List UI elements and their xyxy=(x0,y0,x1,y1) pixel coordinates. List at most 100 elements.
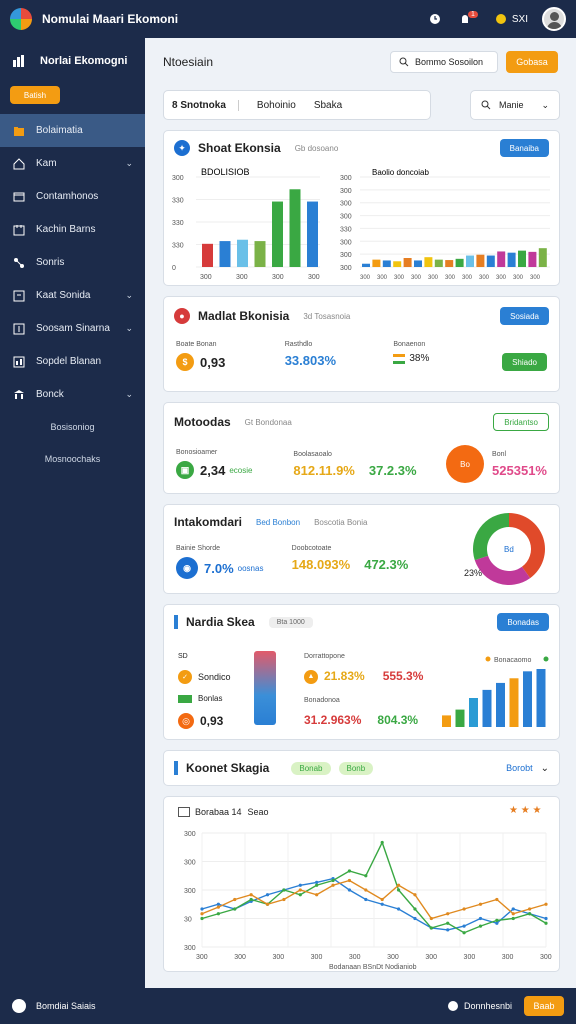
card-action-button[interactable]: Bonadas xyxy=(497,613,549,631)
report-icon xyxy=(12,355,26,369)
chevron-down-icon[interactable]: ⌄ xyxy=(541,763,549,774)
x-tick-label: 300 xyxy=(479,275,490,281)
chevron-down-icon[interactable]: ⌄ xyxy=(125,290,133,301)
sidebar-item-label: Bonck xyxy=(36,389,64,400)
bar xyxy=(362,263,370,267)
data-point xyxy=(429,916,433,921)
data-point xyxy=(528,912,532,916)
sidebar-item-7[interactable]: Sopdel Blanan xyxy=(0,345,145,378)
x-tick-label: 300 xyxy=(360,275,371,281)
list-item: Bonlas xyxy=(198,694,223,703)
sidebar-item-label: Kachin Barns xyxy=(36,224,96,235)
card-gauge-bars: Nardia Skea Bta 1000 Bonadas SD ✓ Sondico… xyxy=(163,604,560,740)
footer: Bomdiai Saiais Donnhesnbi Baab xyxy=(0,988,576,1024)
data-point xyxy=(462,931,466,935)
chevron-down-icon[interactable]: ⌄ xyxy=(125,323,133,334)
data-point xyxy=(380,902,384,906)
sidebar-item-6[interactable]: Soosam Sinarna ⌄ xyxy=(0,312,145,345)
search-button[interactable]: Bommo Sosoilon xyxy=(390,51,498,73)
search-icon xyxy=(399,57,409,67)
line-chart: 30030030030300300 300 300 300 300 300 300 300 30… xyxy=(184,831,552,971)
sidebar-item-4[interactable]: Sonris xyxy=(0,246,145,279)
chip-1[interactable]: Bonb xyxy=(338,761,374,775)
card-title: Intakomdari xyxy=(174,515,243,529)
card-action-button[interactable]: Sosiada xyxy=(500,307,549,325)
tabs-bar: 8 Snotnoka Bohoinio Sbaka xyxy=(163,90,431,120)
y-tick-label: 330 xyxy=(340,226,352,233)
card-side-button[interactable]: Shiado xyxy=(502,353,547,371)
bar xyxy=(466,255,474,267)
data-point xyxy=(413,907,417,911)
stat-value-2: 37.2.3% xyxy=(368,462,417,478)
avatar[interactable] xyxy=(542,7,566,31)
chip-0[interactable]: Bonab xyxy=(291,761,331,775)
card-select[interactable]: Borobt xyxy=(506,763,533,773)
data-point xyxy=(511,907,515,911)
clock-icon[interactable] xyxy=(428,12,442,26)
y-tick-label: 300 xyxy=(340,265,352,272)
bar xyxy=(497,251,506,267)
pin-icon: ● xyxy=(174,308,190,324)
data-point xyxy=(331,878,335,883)
tab-0[interactable]: 8 Snotnoka xyxy=(172,99,239,111)
sidebar-item-8[interactable]: Bonck ⌄ xyxy=(0,378,145,411)
app-title: Nomulai Maari Ekomoni xyxy=(42,12,179,26)
card-subtitle: Bed Bonbon xyxy=(256,517,301,527)
mid-label: Dorrattopone xyxy=(304,653,345,660)
data-point xyxy=(233,907,237,911)
filter-dropdown[interactable]: Manie ⌄ xyxy=(470,90,560,120)
sidebar-pill-button[interactable]: Batish xyxy=(10,86,60,104)
x-tick-label: 300 xyxy=(272,954,284,961)
card-stats-2: Motoodas Gt Bondonaa Bridantso Bonosioam… xyxy=(163,402,560,494)
coin-icon: ◎ xyxy=(178,713,194,729)
sidebar-subitem-0[interactable]: Bosisoniog xyxy=(0,411,145,443)
data-point xyxy=(380,897,384,902)
data-point xyxy=(511,916,515,921)
app-mini-icon xyxy=(12,999,26,1013)
x-tick-label: 300 xyxy=(445,275,456,281)
x-tick-label: 300 xyxy=(387,954,399,961)
sidebar-item-0[interactable]: Bolaimatia xyxy=(0,114,145,147)
tab-1[interactable]: Bohoinio xyxy=(257,100,296,111)
stat-value: 0,93 xyxy=(200,354,226,370)
user-status-icon[interactable] xyxy=(494,12,508,26)
x-tick-label: 300 xyxy=(502,954,514,961)
x-tick-label: 300 xyxy=(272,274,284,281)
item-prefix: SD xyxy=(178,653,188,660)
stat-label: Bonaenon xyxy=(393,341,426,348)
x-tick-label: 300 xyxy=(428,275,439,281)
sidebar-item-label: Sopdel Blanan xyxy=(36,356,102,367)
card-action-button[interactable]: Banaiba xyxy=(499,139,549,157)
bar xyxy=(202,243,213,267)
search-icon xyxy=(481,100,491,110)
data-point xyxy=(216,902,220,906)
sidebar-item-3[interactable]: Kachin Barns xyxy=(0,213,145,246)
folder-icon xyxy=(12,124,26,138)
bar xyxy=(254,241,266,267)
data-point xyxy=(478,902,483,906)
data-point xyxy=(462,907,466,911)
bar xyxy=(518,250,526,267)
bar xyxy=(414,260,422,267)
y-tick-label: 300 xyxy=(184,831,196,838)
sidebar-item-5[interactable]: Kaat Sonida ⌄ xyxy=(0,279,145,312)
data-point xyxy=(364,897,368,902)
card-action-button[interactable]: Bridantso xyxy=(493,413,549,431)
sidebar-subitem-1[interactable]: Mosnoochaks xyxy=(0,443,145,475)
card-title: Shoat Ekonsia xyxy=(198,141,281,155)
stat-suffix: ecosie xyxy=(229,465,253,475)
chevron-down-icon[interactable]: ⌄ xyxy=(125,389,133,400)
sidebar-item-1[interactable]: Kam ⌄ xyxy=(0,147,145,180)
card-subtitle: Gt Bondonaa xyxy=(244,417,292,427)
data-point xyxy=(462,924,466,928)
chevron-down-icon[interactable]: ⌄ xyxy=(125,158,133,169)
footer-button[interactable]: Baab xyxy=(524,996,564,1016)
tab-2[interactable]: Sbaka xyxy=(314,100,342,111)
sidebar-item-2[interactable]: Contamhonos xyxy=(0,180,145,213)
data-point xyxy=(544,902,548,906)
sidebar-item-label: Sonris xyxy=(36,257,65,268)
stat-label: Rasthdlo xyxy=(284,341,313,348)
sidebar-items: Bolaimatia Kam ⌄ Contamhonos Kachin Barns Son… xyxy=(0,114,145,411)
data-point xyxy=(233,897,237,902)
header-action-button[interactable]: Gobasa xyxy=(506,51,558,73)
